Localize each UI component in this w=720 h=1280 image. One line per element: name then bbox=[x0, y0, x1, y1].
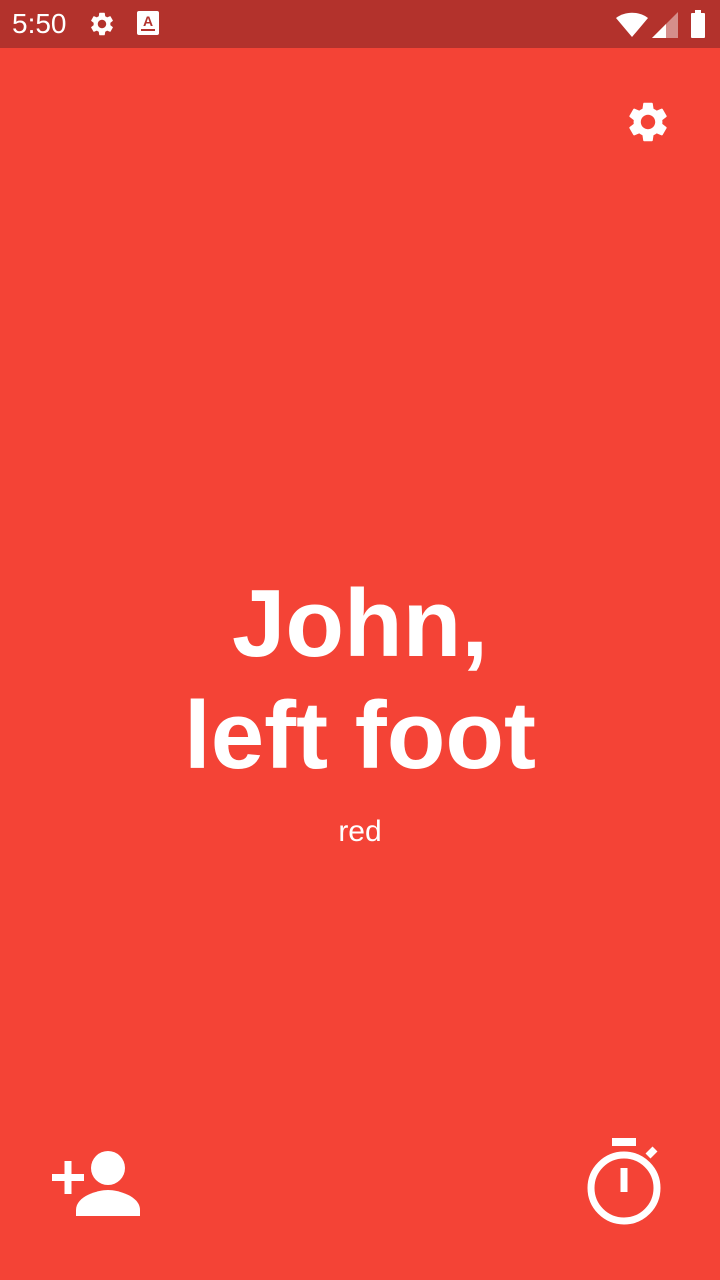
settings-button[interactable] bbox=[620, 94, 676, 150]
body-part: left foot bbox=[184, 682, 536, 789]
gear-icon bbox=[629, 102, 667, 142]
svg-text:A: A bbox=[143, 13, 153, 29]
color-name: red bbox=[338, 815, 382, 848]
a-box-icon: A bbox=[136, 10, 160, 43]
battery-icon bbox=[690, 10, 706, 43]
status-time: 5:50 bbox=[12, 8, 67, 39]
instruction-display: John, left foot red bbox=[0, 568, 720, 850]
signal-icon bbox=[652, 12, 678, 43]
timer-icon bbox=[587, 1138, 661, 1225]
timer-button[interactable] bbox=[582, 1134, 668, 1230]
player-name: John, bbox=[232, 570, 488, 677]
wifi-icon bbox=[616, 12, 648, 43]
add-player-button[interactable] bbox=[46, 1146, 146, 1226]
gear-icon bbox=[88, 10, 116, 43]
person-add-icon bbox=[52, 1151, 140, 1216]
status-bar: 5:50 A bbox=[0, 0, 720, 48]
twister-screen: 5:50 A John, left foot red bbox=[0, 0, 720, 1280]
